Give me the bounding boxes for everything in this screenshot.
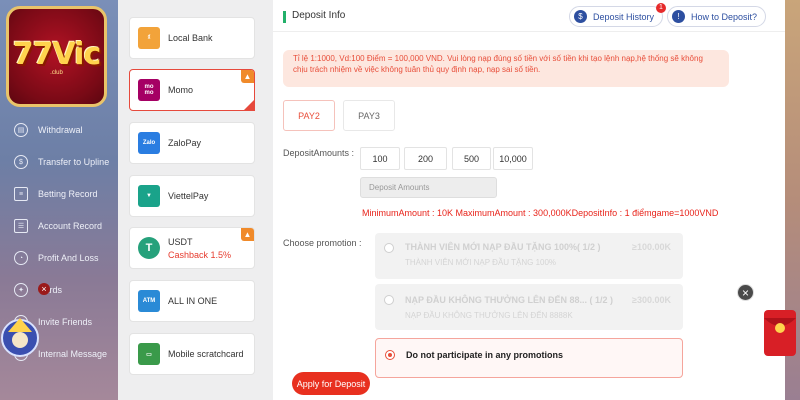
transfer-icon: $ [14,155,28,169]
atm-icon: ATM [138,290,160,312]
deposit-amount-input[interactable]: Deposit Amounts [360,177,497,198]
method-momo[interactable]: mo mo Momo ▲ [129,69,255,111]
promotion-title: Do not participate in any promotions [406,350,564,360]
local-bank-icon: ₫ [138,27,160,49]
deposit-header: Deposit Info $ Deposit History 1 ! How t… [273,0,785,32]
promotion-option[interactable]: NẠP ĐẦU KHÔNG THƯỞNG LÊN ĐẾN 88... ( 1/2… [375,284,683,330]
cashback-text: Cashback 1.5% [168,249,232,260]
red-envelope-icon [764,310,796,356]
deposit-history-label: Deposit History [593,11,655,22]
method-label: Momo [168,85,194,95]
sidebar-item-profit-loss[interactable]: ◔ Profit And Loss [0,242,118,274]
scratchcard-icon: ▭ [138,343,160,365]
deposit-limits: MinimumAmount : 10K MaximumAmount : 300,… [362,208,719,218]
gift-icon: ✦ [14,283,28,297]
tab-pay3[interactable]: PAY3 [343,100,395,131]
promotion-bonus: ≥100.00K [632,242,671,252]
sidebar-item-label: Betting Record [38,189,98,199]
record-icon: ≡ [14,187,28,201]
method-label: Mobile scratchcard [168,349,244,359]
logo-text: 77Vic [12,37,102,72]
promotion-subtitle: NẠP ĐẦU KHÔNG THƯỞNG LÊN ĐẾN 8888K [405,311,573,320]
method-label: USDT [168,236,193,247]
deposit-amounts-label: DepositAmounts : [283,148,355,158]
method-label: ALL IN ONE [168,296,218,306]
usdt-icon: T [138,237,160,259]
sidebar-item-account-record[interactable]: ☰ Account Record [0,210,118,242]
deposit-notice: Tỉ lệ 1:1000, Vd:100 Điểm = 100,000 VND.… [283,50,729,87]
method-label: ViettelPay [168,191,209,201]
method-label: ZaloPay [168,138,202,148]
info-icon: ! [672,10,685,23]
mascot-badge [1,318,39,357]
promotion-option-none[interactable]: Do not participate in any promotions [375,338,683,378]
sidebar-item-label: Account Record [38,221,103,231]
sidebar-item-label: Withdrawal [38,125,83,135]
sidebar-item-transfer[interactable]: $ Transfer to Upline [0,146,118,178]
title-accent [283,11,286,23]
notification-badge: 1 [656,3,666,13]
method-label: Local Bank [168,33,213,43]
choose-promotion-label: Choose promotion : [283,238,362,248]
page-title: Deposit Info [292,10,346,21]
how-to-deposit-button[interactable]: ! How to Deposit? [667,6,767,27]
momo-icon: mo mo [138,79,160,101]
amount-option[interactable]: 10,000 [493,147,533,170]
sidebar-item-betting-record[interactable]: ≡ Betting Record [0,178,118,210]
selected-corner-mark [243,99,255,111]
sidebar-item-label: Internal Message [38,349,108,359]
payment-methods-column: ₫ Local Bank mo mo Momo ▲ Zalo ZaloPay ▼ … [118,0,273,400]
promotion-bonus: ≥300.00K [632,295,671,305]
amount-option[interactable]: 200 [404,147,447,170]
method-zalopay[interactable]: Zalo ZaloPay [129,122,255,164]
sidebar-item-label: Profit And Loss [38,253,99,263]
apply-deposit-button[interactable]: Apply for Deposit [292,372,370,395]
sidebar-item-label: Invite Friends [38,317,93,327]
amount-option[interactable]: 100 [360,147,400,170]
method-local-bank[interactable]: ₫ Local Bank [129,17,255,59]
radio-button[interactable] [384,295,394,305]
sidebar-item-label: Transfer to Upline [38,157,110,167]
deposit-panel: Deposit Info $ Deposit History 1 ! How t… [273,0,785,400]
logo-sub: .club [50,70,63,76]
radio-button-selected[interactable] [385,350,395,360]
method-scratchcard[interactable]: ▭ Mobile scratchcard [129,333,255,375]
viettelpay-icon: ▼ [138,185,160,207]
sidebar-item-withdrawal[interactable]: ▤ Withdrawal [0,114,118,146]
method-viettelpay[interactable]: ▼ ViettelPay [129,175,255,217]
tab-pay2[interactable]: PAY2 [283,100,335,131]
amount-option[interactable]: 500 [452,147,491,170]
hot-flame-icon: ▲ [241,70,254,83]
promotion-subtitle: THÀNH VIÊN MỚI NẠP ĐẦU TẶNG 100% [405,258,557,267]
wallet-icon: ▤ [14,123,28,137]
promotion-option[interactable]: THÀNH VIÊN MỚI NẠP ĐẦU TẶNG 100%( 1/2 ) … [375,233,683,279]
sidebar-item-rewards[interactable]: ✦ wards [0,274,118,306]
deposit-history-button[interactable]: $ Deposit History [569,6,664,27]
zalopay-icon: Zalo [138,132,160,154]
promotion-title: THÀNH VIÊN MỚI NẠP ĐẦU TẶNG 100%( 1/2 ) [405,242,601,252]
close-icon[interactable]: × [38,283,50,295]
close-icon[interactable]: × [737,284,754,301]
method-all-in-one[interactable]: ATM ALL IN ONE [129,280,255,322]
method-usdt[interactable]: T USDT Cashback 1.5% ▲ [129,227,255,269]
history-icon: $ [574,10,587,23]
promotion-title: NẠP ĐẦU KHÔNG THƯỞNG LÊN ĐẾN 88... ( 1/2… [405,295,614,305]
account-icon: ☰ [14,219,28,233]
radio-button[interactable] [384,243,394,253]
how-to-deposit-label: How to Deposit? [691,11,758,22]
brand-logo: 77Vic .club [6,6,107,107]
chart-icon: ◔ [14,251,28,265]
hot-flame-icon: ▲ [241,228,254,241]
